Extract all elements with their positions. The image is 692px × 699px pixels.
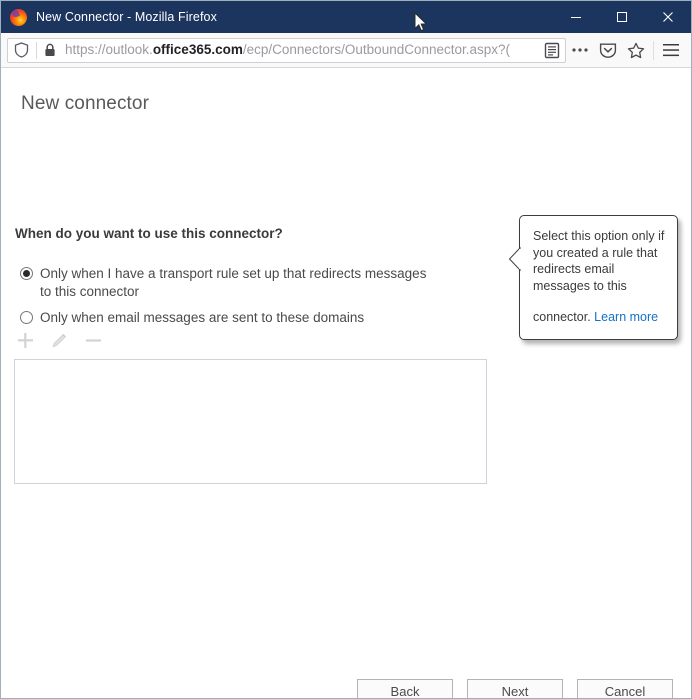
url-divider xyxy=(36,41,37,59)
url-prefix: https://outlook. xyxy=(65,42,153,57)
next-button[interactable]: Next xyxy=(467,679,563,698)
remove-icon[interactable] xyxy=(81,329,105,351)
firefox-logo xyxy=(10,8,27,26)
url-text[interactable]: https://outlook.office365.com/ecp/Connec… xyxy=(65,39,540,62)
mouse-cursor xyxy=(414,12,428,32)
page-content: New connector When do you want to use th… xyxy=(1,68,691,698)
edit-pencil-icon[interactable] xyxy=(47,329,71,351)
browser-window: New Connector - Mozilla Firefox https://… xyxy=(0,0,692,699)
radio-button-unselected[interactable] xyxy=(20,311,33,324)
learn-more-link[interactable]: Learn more xyxy=(594,309,658,326)
close-button[interactable] xyxy=(645,1,691,33)
info-callout: Select this option only if you created a… xyxy=(508,215,678,340)
callout-arrow xyxy=(508,246,521,272)
browser-toolbar: https://outlook.office365.com/ecp/Connec… xyxy=(1,33,691,68)
window-title: New Connector - Mozilla Firefox xyxy=(36,10,217,24)
maximize-icon xyxy=(617,12,627,22)
radio-button-selected[interactable] xyxy=(20,267,33,280)
domains-listbox[interactable] xyxy=(14,359,487,484)
url-suffix: /ecp/Connectors/OutboundConnector.aspx?( xyxy=(242,42,511,57)
question-label: When do you want to use this connector? xyxy=(15,226,283,241)
radio-label: Only when I have a transport rule set up… xyxy=(40,266,427,299)
title-bar: New Connector - Mozilla Firefox xyxy=(1,1,691,33)
window-controls xyxy=(553,1,691,33)
radio-option-transport-rule[interactable]: Only when I have a transport rule set up… xyxy=(20,265,480,301)
toolbar-separator xyxy=(653,40,654,60)
pocket-icon[interactable] xyxy=(594,36,622,64)
lock-icon[interactable] xyxy=(44,43,56,57)
radio-label: Only when email messages are sent to the… xyxy=(40,310,365,325)
shield-icon[interactable] xyxy=(14,42,29,58)
minimize-icon xyxy=(571,17,581,18)
dialog-button-bar: Back Next Cancel xyxy=(357,679,673,698)
url-domain: office365.com xyxy=(152,42,243,57)
close-icon xyxy=(663,12,673,22)
toolbar-actions xyxy=(566,36,685,64)
connector-usage-radio-group: Only when I have a transport rule set up… xyxy=(20,265,480,335)
page-title: New connector xyxy=(21,93,150,114)
bookmark-star-icon[interactable] xyxy=(622,36,650,64)
page-actions-ellipsis-icon[interactable] xyxy=(566,36,594,64)
add-icon[interactable] xyxy=(13,329,37,351)
back-button[interactable]: Back xyxy=(357,679,453,698)
hamburger-menu-icon[interactable] xyxy=(657,36,685,64)
radio-option-domains[interactable]: Only when email messages are sent to the… xyxy=(20,309,480,327)
cancel-button[interactable]: Cancel xyxy=(577,679,673,698)
domains-list-toolbar xyxy=(13,329,105,351)
url-bar[interactable]: https://outlook.office365.com/ecp/Connec… xyxy=(7,37,566,63)
minimize-button[interactable] xyxy=(553,1,599,33)
reader-view-icon[interactable] xyxy=(542,40,562,60)
maximize-button[interactable] xyxy=(599,1,645,33)
